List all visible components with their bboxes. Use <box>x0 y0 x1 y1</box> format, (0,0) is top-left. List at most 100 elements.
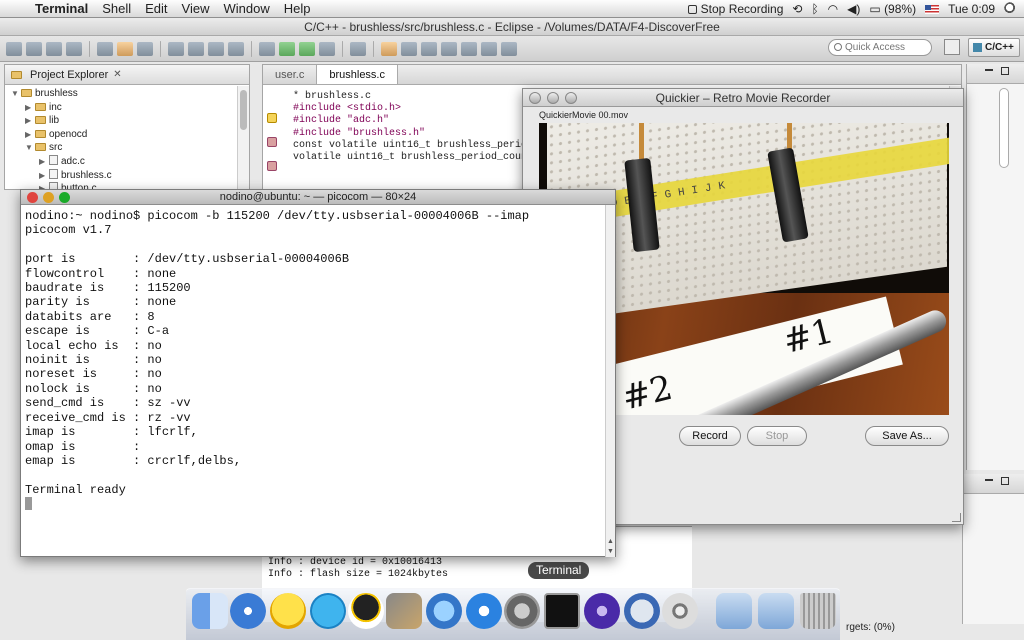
menu-view[interactable]: View <box>175 0 217 18</box>
run-icon[interactable] <box>279 41 295 56</box>
tree-item-brushless-c[interactable]: ▶ brushless.c <box>11 168 249 183</box>
finder-icon[interactable] <box>192 593 228 629</box>
stop-recording-item[interactable]: Stop Recording <box>687 2 783 16</box>
annotation-icon[interactable] <box>421 41 437 56</box>
clean-icon[interactable] <box>137 41 153 56</box>
minimize-window-icon[interactable] <box>43 192 54 203</box>
close-icon[interactable]: ✕ <box>113 69 121 80</box>
build-icon[interactable] <box>117 41 133 56</box>
debug-icon[interactable] <box>299 41 315 56</box>
itunes-icon[interactable] <box>466 593 502 629</box>
back-icon[interactable] <box>481 41 497 56</box>
applications-folder-icon[interactable] <box>716 593 752 629</box>
collapsed-arrow-icon[interactable]: ▶ <box>25 101 35 115</box>
qq-icon[interactable] <box>348 593 384 629</box>
spotlight-search-icon[interactable] <box>1004 2 1018 16</box>
warning-marker-icon[interactable] <box>267 113 277 123</box>
system-preferences-icon[interactable] <box>504 593 540 629</box>
zoom-window-icon[interactable] <box>565 92 577 104</box>
tree-item-openocd[interactable]: ▶ openocd <box>11 128 249 142</box>
menu-app-terminal[interactable]: Terminal <box>28 0 95 18</box>
zoom-window-icon[interactable] <box>59 192 70 203</box>
save-all-icon[interactable] <box>46 41 62 56</box>
menu-window[interactable]: Window <box>217 0 277 18</box>
menu-help[interactable]: Help <box>277 0 318 18</box>
tree-item-lib[interactable]: ▶ lib <box>11 114 249 128</box>
photo-booth-icon[interactable] <box>386 593 422 629</box>
minimize-view-icon[interactable] <box>985 69 993 71</box>
tab-user-c[interactable]: user.c <box>263 65 316 84</box>
perspective-cpp-button[interactable]: C/C++ <box>968 38 1020 57</box>
external-tools-icon[interactable] <box>319 41 335 56</box>
debug-config-icon[interactable] <box>259 41 275 56</box>
wifi-icon[interactable]: ◠ <box>828 2 838 16</box>
minimize-window-icon[interactable] <box>547 92 559 104</box>
minimize-view-icon[interactable] <box>985 479 993 481</box>
open-type-icon[interactable] <box>381 41 397 56</box>
forward-icon[interactable] <box>501 41 517 56</box>
save-icon[interactable] <box>26 41 42 56</box>
tree-item-adc-c[interactable]: ▶ adc.c <box>11 154 249 169</box>
menu-edit[interactable]: Edit <box>138 0 174 18</box>
messenger-icon[interactable] <box>270 593 306 629</box>
edit-icon[interactable] <box>350 41 366 56</box>
new-class-icon[interactable] <box>228 41 244 56</box>
menu-shell[interactable]: Shell <box>95 0 138 18</box>
prev-annotation-icon[interactable] <box>461 41 477 56</box>
safari-icon[interactable] <box>230 593 266 629</box>
maximize-view-icon[interactable] <box>1001 67 1009 75</box>
tree-item-brushless[interactable]: ▼ brushless <box>11 87 249 101</box>
project-explorer-tab[interactable]: Project Explorer ✕ <box>5 65 249 85</box>
print-icon[interactable] <box>66 41 82 56</box>
input-source-flag-icon[interactable] <box>925 4 940 14</box>
save-as-button[interactable]: Save As... <box>865 426 949 446</box>
collapsed-arrow-icon[interactable]: ▶ <box>25 114 35 128</box>
eclipse-icon[interactable] <box>584 593 620 629</box>
error-marker-icon[interactable] <box>267 137 277 147</box>
collapsed-arrow-icon[interactable]: ▶ <box>25 128 35 142</box>
new-source-icon[interactable] <box>208 41 224 56</box>
terminal-titlebar[interactable]: nodino@ubuntu: ~ — picocom — 80×24 <box>21 190 615 205</box>
project-explorer-scrollbar[interactable] <box>237 86 249 190</box>
expanded-arrow-icon[interactable]: ▼ <box>25 141 35 155</box>
terminal-line: local echo is : no <box>25 338 162 353</box>
skype-icon[interactable] <box>310 593 346 629</box>
error-marker-icon[interactable] <box>267 161 277 171</box>
close-window-icon[interactable] <box>27 192 38 203</box>
open-perspective-icon[interactable] <box>944 39 960 55</box>
record-button[interactable]: Record <box>679 426 741 446</box>
resize-grip-icon[interactable] <box>952 513 961 522</box>
new-icon[interactable] <box>6 41 22 56</box>
close-window-icon[interactable] <box>529 92 541 104</box>
outline-scrollbar[interactable] <box>999 88 1009 168</box>
next-annotation-icon[interactable] <box>441 41 457 56</box>
collapsed-arrow-icon[interactable]: ▶ <box>39 155 49 169</box>
tree-item-src[interactable]: ▼ src <box>11 141 249 155</box>
menubar-clock[interactable]: Tue 0:09 <box>948 2 995 16</box>
bluetooth-icon[interactable]: ᛒ <box>811 2 818 16</box>
quickier-titlebar[interactable]: Quickier – Retro Movie Recorder <box>523 89 963 107</box>
aperture-icon[interactable] <box>662 593 698 629</box>
search-tool-icon[interactable] <box>401 41 417 56</box>
new-project-icon[interactable] <box>168 41 184 56</box>
collapsed-arrow-icon[interactable]: ▶ <box>39 169 49 183</box>
new-folder-icon[interactable] <box>188 41 204 56</box>
terminal-output[interactable]: nodino:~ nodino$ picocom -b 115200 /dev/… <box>21 205 607 556</box>
expanded-arrow-icon[interactable]: ▼ <box>11 87 21 101</box>
tab-brushless-c[interactable]: brushless.c <box>316 65 398 84</box>
trash-icon[interactable] <box>800 593 836 629</box>
build-config-icon[interactable] <box>97 41 113 56</box>
tree-item-inc[interactable]: ▶ inc <box>11 101 249 115</box>
quick-access-input[interactable]: Quick Access <box>828 39 932 56</box>
maximize-view-icon[interactable] <box>1001 477 1009 485</box>
terminal-scrollbar[interactable] <box>605 205 615 557</box>
quicktime-icon[interactable] <box>624 593 660 629</box>
code-text[interactable]: * brushless.c #include <stdio.h> #include … <box>293 91 533 164</box>
facetime-icon[interactable] <box>426 593 462 629</box>
volume-icon[interactable]: ◀) <box>847 2 860 16</box>
terminal-app-icon[interactable] <box>544 593 580 629</box>
downloads-folder-icon[interactable] <box>758 593 794 629</box>
stop-button[interactable]: Stop <box>747 426 807 446</box>
sync-icon[interactable]: ⟲ <box>792 2 802 16</box>
battery-status[interactable]: ▭ (98%) <box>869 2 916 16</box>
